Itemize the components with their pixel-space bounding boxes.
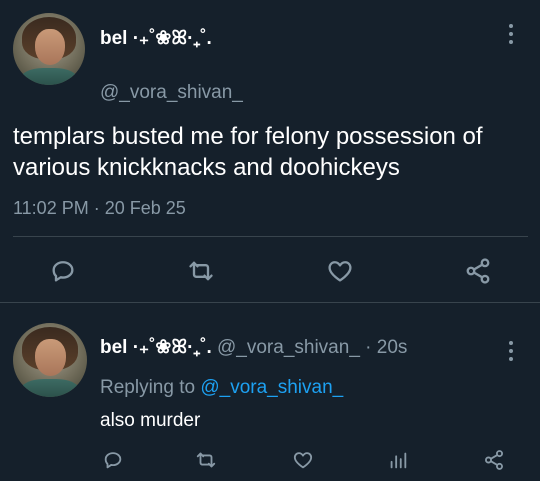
- tweet-timestamp[interactable]: 11:02 PM · 20 Feb 25: [13, 198, 186, 219]
- retweet-button[interactable]: [186, 256, 216, 286]
- share-button[interactable]: [463, 256, 493, 286]
- like-button[interactable]: [325, 256, 355, 286]
- handle[interactable]: @_vora_shivan_: [100, 82, 243, 104]
- reply-icon: [52, 261, 74, 282]
- reply-icon: [104, 452, 122, 469]
- divider: [13, 236, 528, 237]
- display-name[interactable]: bel ·₊˚❀ꕤ·₊˚.: [100, 27, 212, 50]
- main-tweet: bel ·₊˚❀ꕤ·₊˚. @_vora_shivan_ templars bu…: [0, 0, 540, 302]
- more-options-icon[interactable]: [508, 341, 514, 363]
- display-name[interactable]: bel ·₊˚❀ꕤ·₊˚.: [100, 337, 212, 358]
- replying-to-mention[interactable]: @_vora_shivan_: [200, 377, 343, 398]
- reply-button[interactable]: [101, 448, 125, 472]
- analytics-button[interactable]: [386, 448, 410, 472]
- tweet-text: templars busted me for felony possession…: [13, 123, 483, 181]
- like-icon: [328, 261, 352, 282]
- tweet-text: also murder: [100, 410, 201, 431]
- share-button[interactable]: [482, 448, 506, 472]
- reply-button[interactable]: [48, 256, 78, 286]
- retweet-icon: [196, 452, 216, 468]
- more-options-icon[interactable]: [508, 24, 514, 46]
- reply-time[interactable]: · 20s: [365, 337, 407, 358]
- avatar[interactable]: [13, 323, 87, 397]
- share-icon: [466, 258, 490, 284]
- replying-to: Replying to @_vora_shivan_: [100, 377, 343, 399]
- retweet-button[interactable]: [194, 448, 218, 472]
- like-button[interactable]: [291, 448, 315, 472]
- replying-to-label: Replying to: [100, 377, 196, 398]
- retweet-icon: [189, 261, 213, 281]
- like-icon: [293, 452, 313, 469]
- avatar[interactable]: [13, 13, 85, 85]
- analytics-icon: [390, 452, 407, 469]
- share-icon: [485, 450, 503, 470]
- handle[interactable]: @_vora_shivan_: [217, 337, 360, 358]
- tweet-separator: [0, 302, 540, 303]
- reply-header: bel ·₊˚❀ꕤ·₊˚. @_vora_shivan_ · 20s: [100, 336, 407, 359]
